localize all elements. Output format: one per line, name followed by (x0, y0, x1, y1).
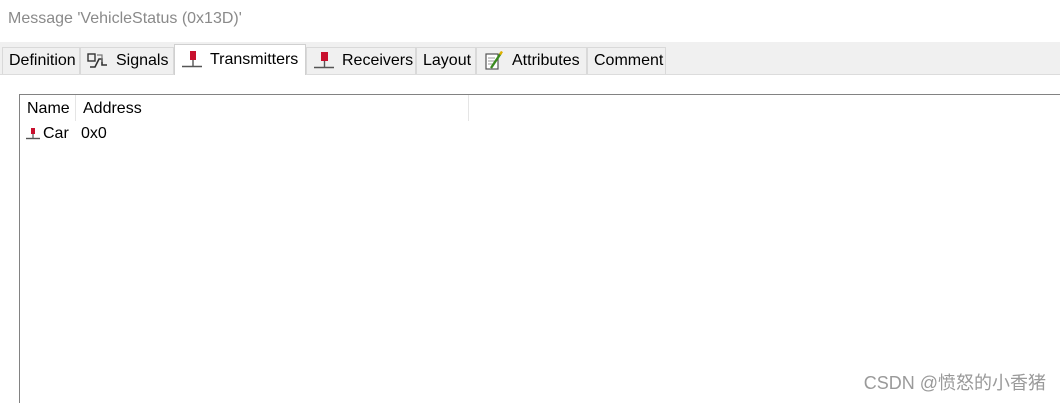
tab-label: Comment (594, 52, 664, 69)
tab-label: Definition (9, 52, 76, 69)
column-header-row: Name Address (20, 95, 470, 121)
tab-label: Signals (116, 52, 169, 69)
transmitters-list[interactable]: Name Address Car 0x0 (19, 94, 1060, 403)
tab-content-transmitters: Name Address Car 0x0 (0, 75, 1060, 403)
receiver-node-icon (313, 51, 335, 71)
transmitter-node-icon (181, 50, 203, 70)
list-item[interactable]: Car 0x0 (20, 123, 470, 145)
tab-label: Transmitters (210, 51, 299, 68)
tab-attributes[interactable]: Attributes (476, 47, 587, 74)
watermark: CSDN @愤怒的小香猪 (863, 373, 1046, 393)
tab-definition[interactable]: Definition (2, 47, 80, 74)
tab-comment[interactable]: Comment (587, 47, 666, 74)
title-bar: Message 'VehicleStatus (0x13D)' (0, 0, 1060, 42)
tab-layout[interactable]: Layout (416, 47, 476, 74)
tab-label: Receivers (342, 52, 414, 69)
node-address: 0x0 (81, 125, 107, 142)
tab-receivers[interactable]: Receivers (306, 47, 416, 74)
signals-icon (87, 51, 109, 71)
network-node-icon (25, 123, 43, 145)
tab-transmitters[interactable]: Transmitters (174, 44, 306, 75)
column-header-address[interactable]: Address (76, 95, 469, 121)
tab-signals[interactable]: Signals (80, 47, 174, 74)
window-title: Message 'VehicleStatus (0x13D)' (8, 10, 242, 27)
node-name: Car (43, 125, 69, 142)
column-header-name[interactable]: Name (20, 95, 76, 121)
tab-label: Layout (423, 52, 472, 69)
message-editor-window: Message 'VehicleStatus (0x13D)' Definiti… (0, 0, 1060, 403)
tab-label: Attributes (512, 52, 580, 69)
attributes-icon (483, 50, 505, 71)
tab-strip: Definition Signals Transmitters Receiver… (0, 42, 1060, 75)
